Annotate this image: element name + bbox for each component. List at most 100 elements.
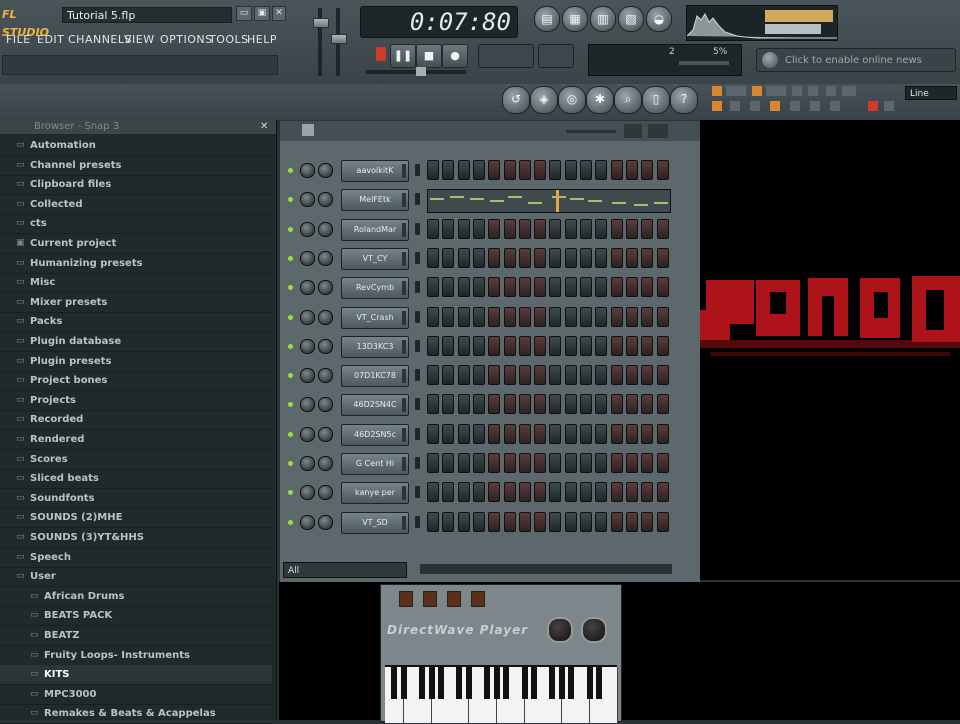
step-button[interactable] — [549, 423, 562, 444]
step-button[interactable] — [488, 277, 501, 298]
save-icon[interactable]: ◈ — [530, 86, 558, 114]
step-button[interactable] — [518, 394, 531, 415]
step-button[interactable] — [580, 160, 592, 180]
channel-pan-knob[interactable] — [300, 485, 315, 501]
step-button[interactable] — [457, 247, 470, 268]
step-button[interactable] — [534, 423, 547, 444]
channel-select-indicator[interactable] — [415, 251, 420, 264]
step-button[interactable] — [534, 511, 547, 532]
browser-item[interactable]: ▭ Channel presets — [0, 156, 272, 176]
step-button[interactable] — [503, 511, 516, 532]
snap-dropdown[interactable]: Line — [905, 86, 957, 100]
step-button[interactable] — [580, 277, 592, 298]
step-button[interactable] — [610, 306, 623, 327]
step-button[interactable] — [595, 335, 608, 356]
menu-channels[interactable]: CHANNELS — [68, 30, 132, 50]
step-button[interactable] — [641, 247, 654, 268]
step-button[interactable] — [625, 394, 638, 415]
mixer-button[interactable]: ◒ — [646, 6, 672, 32]
browser-item[interactable]: ▭ Packs — [0, 312, 272, 333]
master-pitch-handle[interactable] — [331, 34, 347, 44]
browser-item[interactable]: ▭ Humanizing presets — [0, 254, 272, 274]
plugin-fader-icon[interactable] — [471, 591, 485, 607]
step-button[interactable] — [564, 277, 577, 298]
playlist-button[interactable]: ▤ — [534, 6, 560, 32]
steps-view-icon[interactable] — [648, 124, 668, 138]
step-button[interactable] — [595, 482, 608, 503]
channel-select-indicator[interactable] — [415, 427, 420, 440]
option-toggle-icon[interactable] — [712, 86, 722, 96]
step-button[interactable] — [488, 423, 501, 444]
step-button[interactable] — [610, 335, 623, 356]
channel-select-indicator[interactable] — [415, 310, 420, 323]
channel-mute-led[interactable] — [288, 226, 293, 232]
step-button[interactable] — [488, 306, 501, 327]
step-button[interactable] — [427, 335, 439, 356]
piano-keyboard[interactable] — [385, 665, 619, 723]
step-button[interactable] — [656, 306, 669, 327]
menu-view[interactable]: VIEW — [124, 30, 155, 50]
step-button[interactable] — [534, 453, 547, 473]
channel-name-button[interactable]: RolandMar — [341, 218, 409, 241]
step-button[interactable] — [625, 482, 638, 503]
menu-help[interactable]: HELP — [247, 30, 277, 50]
step-button[interactable] — [518, 218, 531, 239]
step-button[interactable] — [625, 511, 638, 532]
step-button[interactable] — [518, 365, 531, 386]
channel-mute-led[interactable] — [288, 373, 293, 379]
step-button[interactable] — [457, 511, 470, 532]
channel-volume-knob[interactable] — [318, 192, 333, 208]
channel-volume-knob[interactable] — [318, 221, 333, 237]
browser-item[interactable]: ▭ SOUNDS (3)YT&HHS — [0, 528, 272, 548]
step-button[interactable] — [488, 218, 501, 239]
option-toggle-icon[interactable] — [810, 101, 820, 111]
channel-pan-knob[interactable] — [300, 368, 315, 384]
channel-name-button[interactable]: 07D1KC78 — [341, 365, 409, 388]
step-button[interactable] — [641, 511, 654, 532]
step-button[interactable] — [564, 247, 577, 268]
browser-item[interactable]: ▭ Project bones — [0, 371, 272, 392]
channel-pan-knob[interactable] — [300, 221, 315, 237]
step-button[interactable] — [656, 482, 669, 503]
step-button[interactable] — [656, 394, 669, 415]
step-button[interactable] — [427, 365, 439, 386]
step-button[interactable] — [503, 365, 516, 386]
step-button[interactable] — [564, 394, 577, 415]
step-button[interactable] — [488, 453, 501, 473]
browser-item[interactable]: ▭ Plugin presets — [0, 352, 272, 372]
step-button[interactable] — [564, 160, 577, 180]
step-button[interactable] — [625, 453, 638, 473]
browser-item[interactable]: ▭ KITS — [0, 665, 272, 686]
channel-mute-led[interactable] — [288, 285, 293, 291]
channel-name-button[interactable]: VT_Crash — [341, 306, 409, 329]
step-button[interactable] — [580, 423, 592, 444]
option-toggle-icon[interactable] — [790, 101, 800, 111]
menu-tools[interactable]: TOOLS — [209, 30, 249, 50]
browser-item[interactable]: ▭ Remakes & Beats & Acappelas — [0, 704, 272, 724]
channel-filter-dropdown[interactable]: All — [283, 562, 407, 578]
piano-black-key[interactable] — [521, 667, 528, 699]
step-button[interactable] — [656, 511, 669, 532]
channel-mute-led[interactable] — [288, 197, 293, 203]
tools-icon[interactable]: ✱ — [586, 86, 614, 114]
step-button[interactable] — [427, 423, 439, 444]
browser-item[interactable]: ▭ User — [0, 567, 272, 588]
sequencer-scrollbar[interactable] — [420, 564, 672, 574]
step-button[interactable] — [549, 394, 562, 415]
step-button[interactable] — [610, 482, 623, 503]
option-toggle-icon[interactable] — [752, 86, 762, 96]
option-toggle-icon[interactable] — [884, 101, 894, 111]
channel-volume-knob[interactable] — [318, 397, 333, 413]
step-button[interactable] — [472, 423, 485, 444]
piano-black-key[interactable] — [391, 667, 398, 699]
mini-piano-roll[interactable] — [427, 189, 671, 214]
step-button[interactable] — [518, 335, 531, 356]
step-button[interactable] — [549, 511, 562, 532]
step-button[interactable] — [595, 365, 608, 386]
play-pause-button[interactable]: ❚❚ — [390, 44, 416, 68]
browser-item[interactable]: ▭ Plugin database — [0, 332, 272, 352]
step-button[interactable] — [549, 247, 562, 268]
channel-volume-knob[interactable] — [318, 250, 333, 266]
step-button[interactable] — [442, 335, 455, 356]
browser-item[interactable]: ▭ African Drums — [0, 587, 272, 607]
